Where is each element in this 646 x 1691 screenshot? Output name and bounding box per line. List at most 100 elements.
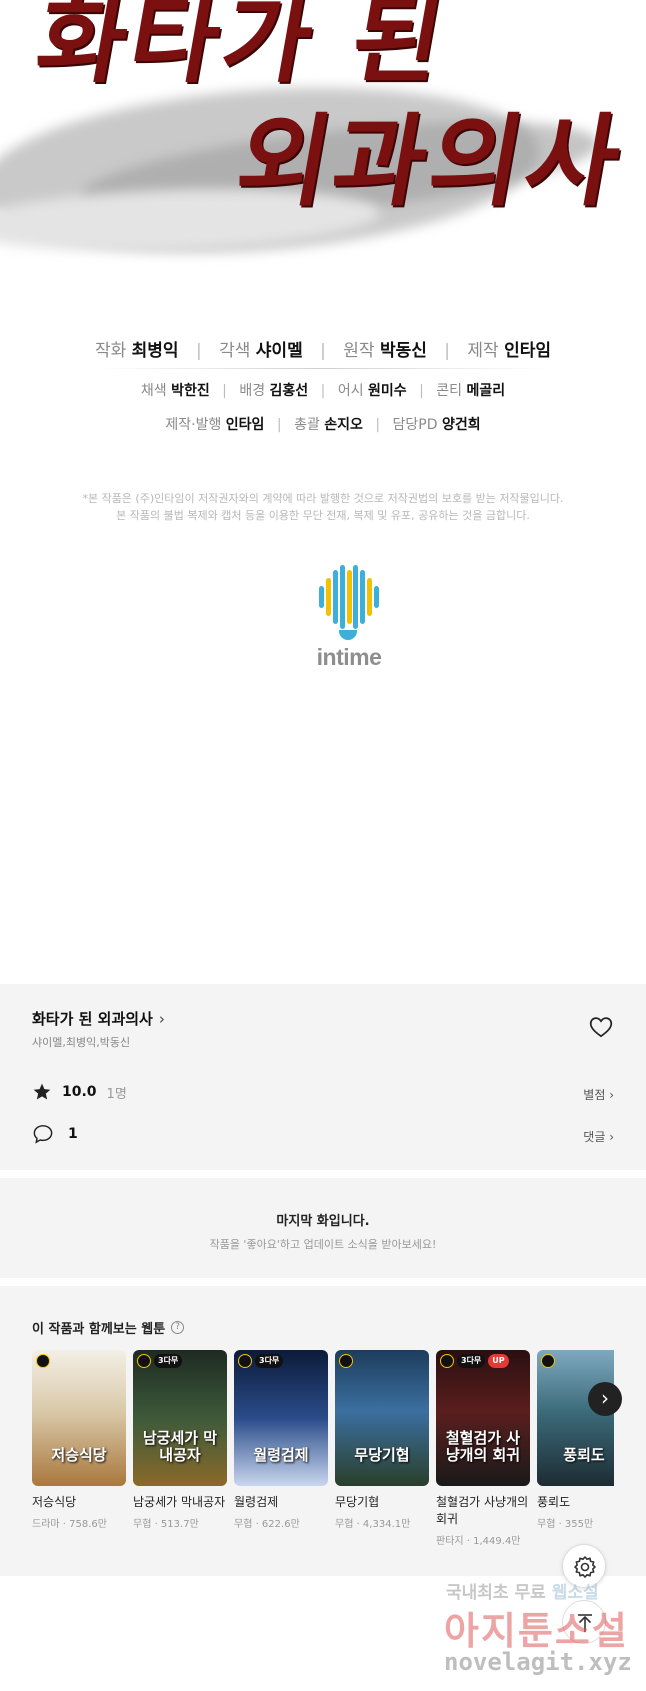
last-episode-panel: 마지막 화입니다. 작품을 '좋아요'하고 업데이트 소식을 받아보세요!	[0, 1178, 646, 1278]
webtoon-thumbnail[interactable]: 3다무남궁세가 막내공자	[133, 1350, 227, 1486]
thumbnail-title-art: 풍뢰도	[563, 1446, 605, 1464]
publisher-logo: intime	[313, 564, 383, 674]
webtoon-card[interactable]: 무당기협 무당기협 무협 · 4,334.1만	[335, 1350, 429, 1530]
credit-name: 김홍선	[269, 383, 309, 399]
heart-icon[interactable]	[588, 1014, 614, 1040]
rate-link[interactable]: 별점 ›	[583, 1086, 614, 1103]
thumbnail-title-art: 철혈검가 사냥개의 회귀	[445, 1429, 521, 1464]
watermark-tagline-a: 국내최초 무료	[446, 1583, 546, 1603]
copyright-notice: *본 작품은 (주)인타임이 저작권자와의 계약에 따라 발행한 것으로 저작권…	[0, 490, 646, 524]
clock-icon	[339, 1354, 353, 1368]
clock-icon	[36, 1354, 50, 1368]
help-icon[interactable]: ?	[171, 1321, 185, 1334]
credit-name: 최병익	[131, 341, 179, 361]
comments-link[interactable]: 댓글 ›	[583, 1128, 614, 1145]
webtoon-thumbnail[interactable]: 무당기협	[335, 1350, 429, 1486]
credit-separator: |	[444, 341, 451, 361]
credit-name: 원미수	[368, 383, 407, 399]
card-badges	[339, 1354, 353, 1368]
credit-role: 채색	[140, 383, 167, 399]
comment-count: 1	[68, 1126, 78, 1142]
credit-name: 샤이멜	[255, 341, 303, 361]
copyright-line-2: 본 작품의 불법 복제와 캡처 등을 이용한 무단 전재, 복제 및 유포, 공…	[116, 509, 530, 522]
webtoon-title: 무당기협	[335, 1495, 380, 1509]
webtoon-meta: 무협 · 513.7만	[133, 1519, 199, 1530]
credit-role: 작화	[94, 341, 127, 361]
logo-bar	[325, 578, 331, 616]
credit-name: 인타임	[225, 417, 265, 433]
webtoon-thumbnail[interactable]: 저승식당	[32, 1350, 126, 1486]
clock-icon	[137, 1354, 151, 1368]
credits-line-3: 제작·발행 인타임 | 총괄 손지오 | 담당PD 양건희	[0, 414, 646, 434]
card-badges: 3다무	[137, 1354, 183, 1368]
webtoon-meta: 무협 · 4,334.1만	[335, 1519, 411, 1530]
logo-bar	[346, 570, 352, 624]
webtoon-card[interactable]: 풍뢰도 풍뢰도 무협 · 355만	[537, 1350, 614, 1530]
credit-role: 담당PD	[392, 417, 438, 433]
last-episode-heading: 마지막 화입니다.	[276, 1214, 370, 1229]
credits-divider	[98, 368, 548, 369]
credits-line-2: 채색 박한진 | 배경 김홍선 | 어시 원미수 | 콘티 메골리	[0, 380, 646, 400]
credit-name: 양건희	[441, 417, 481, 433]
webtoon-thumbnail[interactable]: 풍뢰도	[537, 1350, 614, 1486]
series-authors: 샤이멜,최병익,박동신	[32, 1036, 131, 1049]
logo-bar	[339, 565, 345, 629]
site-watermark: 국내최초 무료 웹소설 아지툰소설 novelagit.xyz	[440, 1578, 640, 1686]
webtoon-card[interactable]: 저승식당 저승식당 드라마 · 758.6만	[32, 1350, 126, 1530]
rating-row: 10.0 1명	[32, 1082, 127, 1102]
cover-title-art: 화타가 된 외과의사	[0, 0, 646, 270]
wait-free-badge: 3다무	[255, 1354, 284, 1368]
logo-bar	[367, 578, 373, 616]
credit-separator: |	[419, 383, 424, 399]
logo-bar	[360, 570, 366, 624]
webtoon-title: 남궁세가 막내공자	[133, 1495, 226, 1509]
wait-free-badge: 3다무	[154, 1354, 183, 1368]
card-badges: 3다무 UP	[440, 1354, 509, 1368]
webtoon-title: 풍뢰도	[537, 1495, 571, 1509]
chevron-right-icon: ›	[158, 1009, 165, 1028]
credit-separator: |	[375, 417, 381, 433]
scroll-top-button[interactable]	[562, 1600, 606, 1644]
thumbnail-title-art: 저승식당	[51, 1446, 107, 1464]
credit-role: 원작	[343, 341, 375, 361]
credit-separator: |	[320, 383, 326, 399]
last-episode-subtext: 작품을 '좋아요'하고 업데이트 소식을 받아보세요!	[209, 1238, 437, 1251]
webtoon-card[interactable]: 3다무 월령검제 월령검제 무협 · 622.6만	[234, 1350, 328, 1530]
logo-bar	[332, 570, 338, 624]
recommendations-title: 이 작품과 함께보는 웹툰	[32, 1322, 166, 1337]
thumbnail-title-art: 남궁세가 막내공자	[142, 1429, 218, 1464]
webtoon-thumbnail[interactable]: 3다무 UP 철혈검가 사냥개의 회귀	[436, 1350, 530, 1486]
comments-row: 1	[32, 1124, 78, 1144]
arrow-up-icon	[578, 1614, 592, 1632]
credit-separator: |	[195, 341, 202, 361]
card-badges: 3다무	[238, 1354, 284, 1368]
credit-role: 총괄	[294, 417, 320, 433]
clock-icon	[238, 1354, 252, 1368]
credit-role: 각색	[219, 341, 251, 361]
webtoon-meta: 판타지 · 1,449.4만	[436, 1536, 521, 1547]
comment-icon	[33, 1125, 53, 1144]
webtoon-thumbnail[interactable]: 3다무월령검제	[234, 1350, 328, 1486]
logo-bar	[353, 565, 359, 629]
settings-button[interactable]	[562, 1544, 606, 1588]
card-badges	[541, 1354, 555, 1368]
credits-line-1: 작화 최병익 | 각색 샤이멜 | 원작 박동신 | 제작 인타임	[0, 336, 646, 361]
credit-role: 제작	[467, 341, 499, 361]
logo-bar	[374, 586, 379, 608]
credit-name: 박한진	[171, 383, 210, 399]
series-title-link[interactable]: 화타가 된 외과의사 ›	[32, 1008, 165, 1029]
thumbnail-title-art: 월령검제	[253, 1446, 309, 1464]
wait-free-badge: 3다무	[457, 1354, 486, 1368]
webtoon-title: 저승식당	[32, 1495, 77, 1509]
series-title: 화타가 된 외과의사	[32, 1010, 153, 1028]
cover-title-line2: 외과의사	[228, 102, 633, 220]
carousel-next-button[interactable]: ›	[588, 1382, 622, 1416]
webtoon-card[interactable]: 3다무 남궁세가 막내공자 남궁세가 막내공자 무협 · 513.7만	[133, 1350, 227, 1530]
card-badges	[36, 1354, 50, 1368]
logo-sound-bars	[319, 564, 379, 630]
credit-name: 박동신	[379, 341, 427, 361]
logo-bar	[319, 586, 324, 608]
credit-role: 어시	[337, 383, 364, 399]
copyright-line-1: *본 작품은 (주)인타임이 저작권자와의 계약에 따라 발행한 것으로 저작권…	[82, 492, 564, 505]
webtoon-card[interactable]: 3다무 UP 철혈검가 사냥개의 회귀 철혈검가 사냥개의 회귀판타지 · 1,449…	[436, 1350, 530, 1547]
